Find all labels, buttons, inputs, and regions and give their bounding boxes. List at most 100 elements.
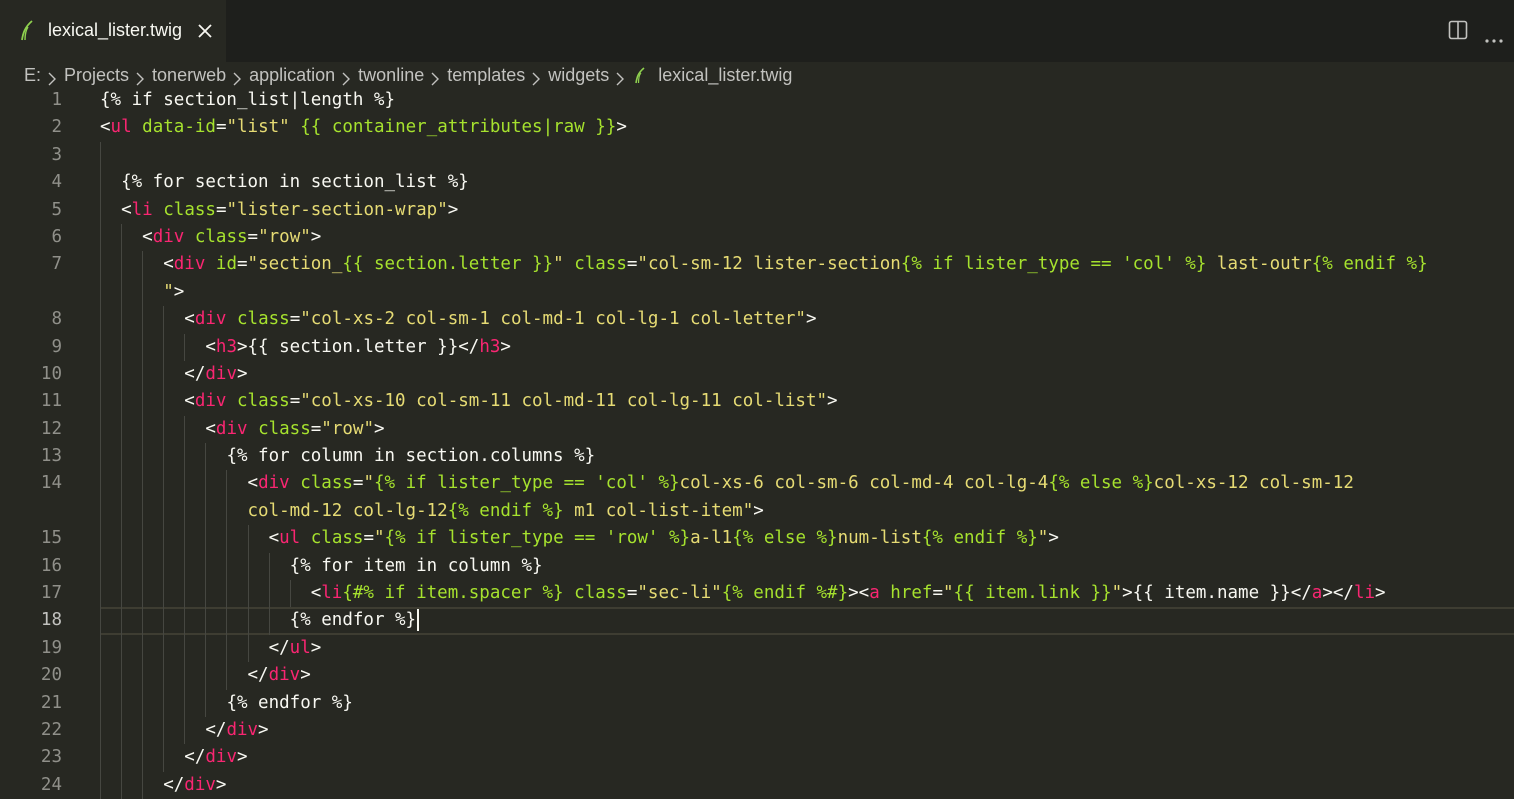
tab-lexical-lister[interactable]: lexical_lister.twig [0, 0, 226, 62]
code-editor[interactable]: 1 {% if section_list|length %} 2 <ul data-i… [0, 87, 1514, 799]
code-token: class [194, 226, 248, 247]
code-line[interactable]: 11 <div class="col-xs-10 col-sm-11 col-m… [0, 388, 1514, 416]
code-text: </div> [100, 361, 1502, 388]
line-number: 18 [40, 610, 62, 631]
code-token: </ [100, 665, 269, 686]
code-token: h3 [479, 336, 501, 357]
code-line[interactable]: 3 [0, 141, 1514, 170]
code-line[interactable]: 2 <ul data-id="list" {{ container_attribu… [0, 114, 1514, 141]
more-actions-icon[interactable] [1484, 29, 1504, 48]
code-token: {% endif %} [921, 528, 1038, 549]
breadcrumb-item[interactable]: widgets [548, 63, 609, 87]
breadcrumb-item[interactable]: E: [24, 63, 41, 87]
line-number: 8 [51, 309, 62, 330]
code-line[interactable]: 18 {% endfor %} [0, 607, 1514, 636]
code-token: " [163, 281, 174, 302]
line-number: 2 [51, 117, 62, 138]
line-number: 15 [40, 528, 62, 549]
code-line[interactable]: 13 {% for column in section.columns %} [0, 443, 1514, 471]
code-token: h3 [215, 336, 237, 357]
code-token: </ [100, 363, 206, 384]
line-number: 9 [51, 336, 62, 357]
code-line[interactable]: 17 <li{#% if item.spacer %} class="sec-l… [0, 580, 1514, 608]
code-line[interactable]: 12 <div class="row"> [0, 415, 1514, 444]
code-token: > [173, 281, 185, 302]
line-number: 1 [51, 90, 62, 110]
code-token: > [827, 391, 838, 412]
code-text: </div> [100, 744, 1502, 771]
code-token: a-l1 [690, 528, 733, 549]
close-icon[interactable] [196, 22, 214, 40]
code-token: " [1111, 583, 1123, 604]
breadcrumb-item[interactable]: application [249, 63, 335, 87]
chevron-right-icon [135, 68, 145, 86]
code-token: "list" [226, 117, 290, 138]
code-line[interactable]: 6 <div class="row"> [0, 223, 1514, 252]
code-token: {% endfor %} [100, 692, 353, 713]
code-text: {% endfor %} [100, 607, 1502, 634]
code-token: </ [100, 747, 206, 768]
code-token: "section_ [247, 254, 343, 275]
breadcrumb-item[interactable]: twonline [358, 63, 424, 87]
code-token: class [300, 473, 353, 494]
code-token: < [100, 336, 216, 357]
code-line[interactable]: 7 <div id="section_{{ section.letter }}"… [0, 251, 1514, 307]
code-line[interactable]: 19 </ul> [0, 634, 1514, 663]
code-line[interactable]: 20 </div> [0, 662, 1514, 690]
code-text: <ul data-id="list" {{ container_attribut… [100, 114, 1502, 141]
code-token: " [373, 528, 385, 549]
code-text: <div class="{% if lister_type == 'col' %… [100, 470, 1502, 525]
breadcrumb-item[interactable]: tonerweb [152, 63, 226, 87]
code-text: <div class="col-xs-10 col-sm-11 col-md-1… [100, 388, 1502, 415]
code-line[interactable]: 8 <div class="col-xs-2 col-sm-1 col-md-1… [0, 306, 1514, 334]
code-token: < [100, 117, 111, 138]
code-token: div [194, 309, 227, 330]
code-line[interactable]: 16 {% for item in column %} [0, 552, 1514, 581]
line-number: 10 [40, 363, 62, 384]
chevron-right-icon [341, 68, 351, 86]
code-text: {% for section in section_list %} [100, 169, 1502, 196]
code-text: </div> [100, 772, 1502, 799]
code-text: </ul> [100, 635, 1502, 662]
code-token: col-xs-6 col-sm-6 col-md-4 col-lg-4 [679, 473, 1049, 494]
code-line[interactable]: 9 <h3>{{ section.letter }}</h3> [0, 333, 1514, 361]
code-token: div [184, 774, 216, 795]
code-line[interactable]: 24 </div> [0, 771, 1514, 799]
code-line[interactable]: 4 {% for section in section_list %} [0, 169, 1514, 197]
code-token: " [363, 473, 374, 494]
code-token: a [869, 583, 880, 604]
breadcrumb-item[interactable]: Projects [64, 63, 129, 87]
code-token: {% else %} [1048, 473, 1154, 494]
breadcrumb-item[interactable]: templates [447, 63, 525, 87]
line-number: 23 [40, 747, 62, 768]
split-editor-icon[interactable] [1448, 20, 1468, 44]
code-line[interactable]: 15 <ul class="{% if lister_type == 'row'… [0, 525, 1514, 553]
code-token: {% if section_list|length %} [100, 90, 396, 110]
code-line[interactable]: 22 </div> [0, 717, 1514, 745]
code-token: href [890, 583, 933, 604]
code-token: < [100, 473, 259, 494]
code-token: class [237, 391, 290, 412]
code-line[interactable]: 1 {% if section_list|length %} [0, 87, 1514, 114]
code-line[interactable]: 10 </div> [0, 360, 1514, 389]
line-number: 11 [40, 391, 62, 412]
code-token: div [152, 226, 185, 247]
code-token: = [626, 583, 638, 604]
code-token: = [247, 226, 259, 247]
chevron-right-icon [615, 68, 625, 86]
text-cursor [417, 609, 420, 632]
breadcrumb-item[interactable]: lexical_lister.twig [658, 63, 792, 87]
code-line[interactable]: 14 <div class="{% if lister_type == 'col… [0, 470, 1514, 526]
code-token: >{{ item.name }}</ [1122, 583, 1312, 604]
code-token: > [300, 665, 311, 686]
code-line[interactable]: 23 </div> [0, 744, 1514, 772]
code-line[interactable]: 21 {% endfor %} [0, 689, 1514, 718]
code-text: <ul class="{% if lister_type == 'row' %}… [100, 525, 1502, 552]
code-line[interactable]: 5 <li class="lister-section-wrap"> [0, 196, 1514, 224]
code-token: div [205, 747, 237, 768]
code-token: > [373, 418, 385, 439]
